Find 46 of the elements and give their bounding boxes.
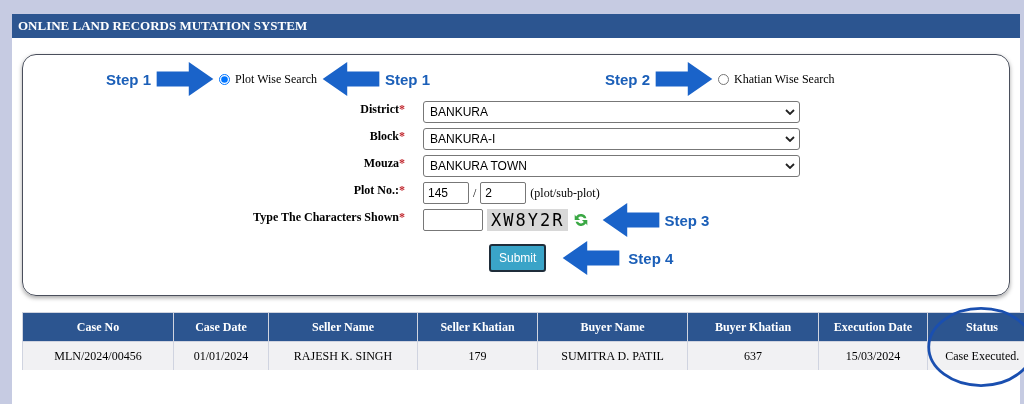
- separator-text: /: [473, 185, 477, 201]
- column-header: Buyer Name: [537, 312, 688, 342]
- field-label: District*: [360, 102, 405, 116]
- chevron-icon: [785, 136, 795, 142]
- captcha-image: XW8Y2R: [487, 209, 569, 231]
- step-label: Step 3: [664, 211, 710, 229]
- hint-text: (plot/sub-plot): [530, 185, 600, 201]
- dropdown-field[interactable]: BANKURA TOWN: [423, 155, 800, 177]
- page-title: ONLINE LAND RECORDS MUTATION SYSTEM: [18, 18, 308, 34]
- chevron-icon: [785, 109, 795, 115]
- arrow-left-icon: [321, 62, 380, 96]
- table-cell: 637: [687, 341, 819, 370]
- arrow-right-icon: [156, 62, 214, 96]
- column-header: Seller Khatian: [417, 312, 538, 342]
- captcha-input[interactable]: [423, 209, 483, 231]
- field-label: Mouza*: [363, 156, 405, 170]
- step-label: Step 4: [628, 249, 674, 267]
- radio-button[interactable]: [718, 73, 729, 85]
- dropdown-field[interactable]: BANKURA: [423, 101, 800, 123]
- arrow-left-icon: [602, 203, 661, 237]
- table-cell: 01/01/2024: [173, 341, 269, 370]
- column-header: Case No: [22, 312, 174, 342]
- step-label: Step 1: [106, 70, 151, 88]
- column-header: Seller Name: [268, 312, 418, 342]
- arrow-left-icon: [562, 241, 621, 275]
- radio-option[interactable]: Plot Wise Search: [219, 71, 317, 87]
- step-label: Step 1: [384, 70, 430, 88]
- arrow-right-icon: [655, 62, 713, 96]
- column-header: Case Date: [173, 312, 269, 342]
- radio-button[interactable]: [219, 73, 230, 85]
- column-header: Execution Date: [818, 312, 928, 342]
- field-label: Block*: [369, 129, 405, 143]
- radio-label: Plot Wise Search: [235, 71, 317, 87]
- table-cell: RAJESH K. SINGH: [268, 341, 418, 370]
- dropdown-field[interactable]: BANKURA-I: [423, 128, 800, 150]
- plot-input[interactable]: 145: [423, 182, 469, 204]
- table-cell: 15/03/2024: [818, 341, 928, 370]
- step-label: Step 2: [605, 70, 650, 88]
- table-cell: MLN/2024/00456: [22, 341, 174, 370]
- field-label: Type The Characters Shown*: [253, 210, 405, 224]
- field-label: Plot No.:*: [353, 183, 405, 197]
- column-header: Buyer Khatian: [687, 312, 819, 342]
- chevron-icon: [785, 163, 795, 169]
- sub-plot-input[interactable]: 2: [480, 182, 527, 204]
- table-cell: 179: [417, 341, 538, 370]
- table-cell: SUMITRA D. PATIL: [537, 341, 688, 370]
